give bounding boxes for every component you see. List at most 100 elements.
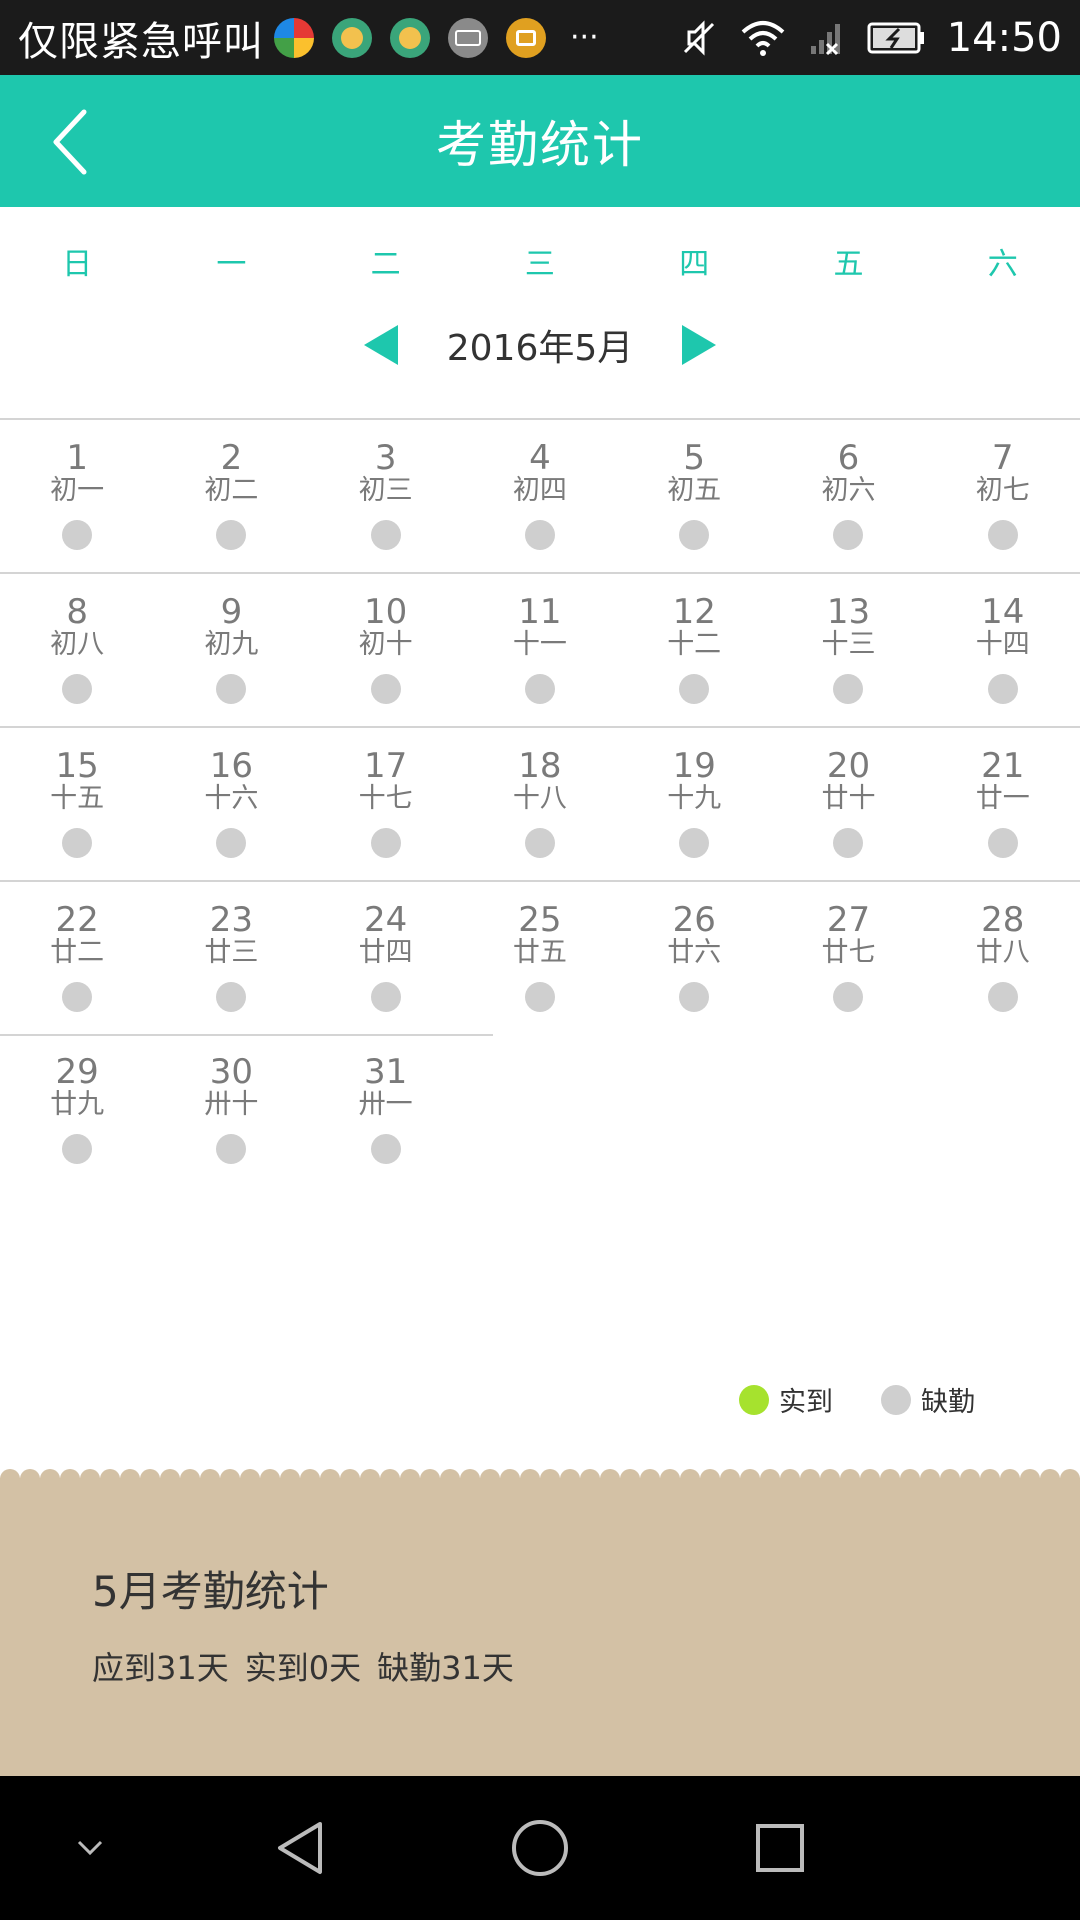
attendance-dot-icon <box>524 674 555 704</box>
day-cell[interactable]: 19 十九 <box>617 728 771 882</box>
next-month-button[interactable] <box>678 323 720 367</box>
iqiyi-icon <box>448 17 488 58</box>
lunar-date: 十二 <box>667 629 722 660</box>
day-cell[interactable]: 16 十六 <box>154 728 308 882</box>
day-cell[interactable]: 25 廿五 <box>463 882 617 1036</box>
attendance-dot-icon <box>987 828 1018 858</box>
empty-cell <box>926 1034 1080 1188</box>
day-cell[interactable]: 17 十七 <box>309 728 463 882</box>
attendance-dot-icon <box>524 828 555 858</box>
day-number: 27 <box>826 900 871 940</box>
app-notification-icon <box>274 17 314 58</box>
attendance-dot-icon <box>370 982 401 1012</box>
day-cell[interactable]: 23 廿三 <box>154 882 308 1036</box>
back-nav-button[interactable] <box>270 1776 330 1920</box>
lunar-date: 十四 <box>975 629 1030 660</box>
day-cell[interactable]: 7 初七 <box>926 420 1080 574</box>
empty-cell <box>463 1034 617 1188</box>
attendance-dot-icon <box>524 520 555 550</box>
week-row: 22 廿二 23 廿三 24 廿四 25 廿五 26 廿六 27 廿七 28 廿八 <box>0 880 1080 1034</box>
attendance-dot-icon <box>833 828 864 858</box>
lunar-date: 十七 <box>358 783 413 814</box>
lunar-date: 初十 <box>358 629 413 660</box>
week-row: 8 初八 9 初九 10 初十 11 十一 12 十二 13 十三 14 十四 <box>0 572 1080 726</box>
system-navigation-bar <box>0 1776 1080 1920</box>
day-cell[interactable]: 13 十三 <box>771 574 925 728</box>
attendance-dot-icon <box>679 828 710 858</box>
lunar-date: 卅十 <box>204 1089 259 1120</box>
day-number: 16 <box>209 746 254 786</box>
lunar-date: 廿七 <box>821 937 876 968</box>
more-notifications-icon: ··· <box>570 20 599 55</box>
day-cell[interactable]: 26 廿六 <box>617 882 771 1036</box>
day-cell[interactable]: 3 初三 <box>309 420 463 574</box>
attendance-dot-icon <box>62 982 93 1012</box>
day-cell[interactable]: 2 初二 <box>154 420 308 574</box>
day-cell[interactable]: 20 廿十 <box>771 728 925 882</box>
day-number: 6 <box>837 438 860 478</box>
day-cell[interactable]: 21 廿一 <box>926 728 1080 882</box>
attendance-dot-icon <box>62 1134 93 1164</box>
day-cell[interactable]: 14 十四 <box>926 574 1080 728</box>
day-cell[interactable]: 12 十二 <box>617 574 771 728</box>
day-cell[interactable]: 6 初六 <box>771 420 925 574</box>
attendance-dot-icon <box>62 828 93 858</box>
day-cell[interactable]: 30 卅十 <box>154 1034 308 1188</box>
weekday-wed: 三 <box>524 247 555 282</box>
day-cell[interactable]: 8 初八 <box>0 574 154 728</box>
day-cell[interactable]: 5 初五 <box>617 420 771 574</box>
day-cell[interactable]: 29 廿九 <box>0 1034 154 1188</box>
recents-nav-button[interactable] <box>750 1776 810 1920</box>
back-button[interactable] <box>40 107 100 177</box>
attendance-dot-icon <box>679 520 710 550</box>
day-cell[interactable]: 10 初十 <box>309 574 463 728</box>
chevron-down-icon <box>77 1840 103 1856</box>
legend-present: 实到 <box>739 1380 833 1419</box>
day-cell[interactable]: 18 十八 <box>463 728 617 882</box>
day-cell[interactable]: 1 初一 <box>0 420 154 574</box>
day-number: 7 <box>991 438 1014 478</box>
lunar-date: 十六 <box>204 783 259 814</box>
day-number: 17 <box>364 746 408 786</box>
day-cell[interactable]: 24 廿四 <box>309 882 463 1036</box>
day-cell[interactable]: 22 廿二 <box>0 882 154 1036</box>
home-nav-button[interactable] <box>508 1776 572 1920</box>
lunar-date: 初三 <box>358 475 413 506</box>
video-app-icon <box>506 17 546 58</box>
day-cell[interactable]: 15 十五 <box>0 728 154 882</box>
day-number: 14 <box>981 592 1025 632</box>
lunar-date: 廿五 <box>512 937 567 968</box>
weekday-fri: 五 <box>833 247 864 282</box>
attendance-dot-icon <box>216 1134 247 1164</box>
wifi-icon <box>741 20 785 56</box>
lunar-date: 初九 <box>204 629 259 660</box>
hide-nav-button[interactable] <box>60 1776 120 1920</box>
day-cell[interactable]: 27 廿七 <box>771 882 925 1036</box>
day-cell[interactable]: 28 廿八 <box>926 882 1080 1036</box>
weekday-mon: 一 <box>216 247 247 282</box>
day-cell[interactable]: 11 十一 <box>463 574 617 728</box>
day-number: 21 <box>981 746 1025 786</box>
attendance-dot-icon <box>62 674 93 704</box>
day-number: 19 <box>672 746 716 786</box>
day-cell[interactable]: 4 初四 <box>463 420 617 574</box>
day-number: 22 <box>55 900 99 940</box>
lunar-date: 初四 <box>512 475 567 506</box>
day-cell[interactable]: 31 卅一 <box>309 1034 463 1188</box>
day-number: 29 <box>55 1052 99 1092</box>
page-title: 考勤统计 <box>436 116 644 174</box>
previous-month-button[interactable] <box>360 323 402 367</box>
cow-app-icon <box>332 17 372 58</box>
day-number: 24 <box>364 900 408 940</box>
weekday-thu: 四 <box>679 247 710 282</box>
day-number: 12 <box>672 592 716 632</box>
day-number: 13 <box>826 592 871 632</box>
mute-icon <box>683 19 714 56</box>
lunar-date: 十九 <box>667 783 722 814</box>
day-cell[interactable]: 9 初九 <box>154 574 308 728</box>
attendance-dot-icon <box>370 828 401 858</box>
lunar-date: 廿一 <box>975 783 1030 814</box>
triangle-left-icon <box>363 325 398 365</box>
attendance-dot-icon <box>216 982 247 1012</box>
legend-absent-label: 缺勤 <box>921 1387 975 1418</box>
